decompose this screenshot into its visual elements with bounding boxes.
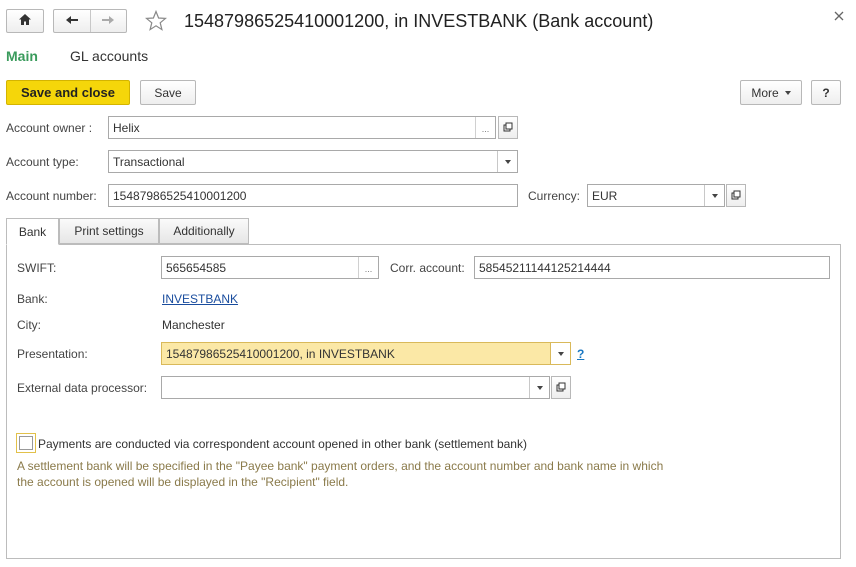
city-label: City:	[17, 318, 41, 332]
home-icon	[18, 13, 32, 29]
history-nav	[53, 9, 127, 33]
nav-tab-main[interactable]: Main	[6, 48, 38, 64]
settlement-note-line1: A settlement bank will be specified in t…	[17, 459, 664, 473]
city-value: Manchester	[162, 318, 225, 332]
favorite-star-button[interactable]	[144, 9, 168, 35]
tab-print-settings[interactable]: Print settings	[59, 218, 159, 244]
settlement-bank-checkbox[interactable]	[16, 433, 36, 453]
open-owner-button[interactable]	[498, 116, 518, 139]
settlement-bank-label[interactable]: Payments are conducted via correspondent…	[38, 437, 527, 451]
account-type-select[interactable]: Transactional	[108, 150, 518, 173]
tab-additionally[interactable]: Additionally	[159, 218, 249, 244]
account-owner-value: Helix	[113, 120, 140, 135]
account-number-field[interactable]: 15487986525410001200	[108, 184, 518, 207]
arrow-left-icon	[65, 14, 79, 28]
dropdown-icon[interactable]	[529, 377, 549, 398]
nav-tab-gl-accounts[interactable]: GL accounts	[70, 48, 148, 64]
presentation-label: Presentation:	[17, 347, 88, 361]
presentation-value: 15487986525410001200, in INVESTBANK	[166, 346, 395, 361]
more-button[interactable]: More	[740, 80, 802, 105]
star-icon	[144, 9, 168, 35]
presentation-help-link[interactable]: ?	[577, 347, 584, 361]
forward-button[interactable]	[91, 10, 127, 32]
account-owner-field[interactable]: Helix ...	[108, 116, 496, 139]
checkbox-inner	[19, 436, 33, 450]
chevron-down-icon	[784, 90, 791, 95]
select-ellipsis-icon[interactable]: ...	[358, 257, 378, 278]
arrow-right-icon	[101, 14, 115, 28]
back-button[interactable]	[54, 10, 91, 32]
open-icon	[556, 381, 566, 395]
swift-field[interactable]: 565654585 ...	[161, 256, 379, 279]
account-type-value: Transactional	[113, 154, 185, 169]
external-processor-select[interactable]	[161, 376, 550, 399]
currency-select[interactable]: EUR	[587, 184, 725, 207]
bank-label: Bank:	[17, 292, 48, 306]
corr-account-value: 58545211144125214444	[479, 260, 611, 275]
open-icon	[503, 121, 513, 135]
swift-label: SWIFT:	[17, 261, 57, 275]
currency-label: Currency:	[528, 189, 581, 203]
bank-tab-panel	[6, 244, 841, 559]
settlement-note-line2: the account is opened will be displayed …	[17, 475, 349, 489]
bank-link[interactable]: INVESTBANK	[162, 292, 238, 306]
open-icon	[731, 189, 741, 203]
save-button[interactable]: Save	[140, 80, 196, 105]
tab-bank[interactable]: Bank	[6, 218, 59, 245]
open-processor-button[interactable]	[551, 376, 571, 399]
window-title: 15487986525410001200, in INVESTBANK (Ban…	[184, 11, 654, 31]
more-label: More	[751, 85, 779, 100]
help-button[interactable]: ?	[811, 80, 841, 105]
swift-value: 565654585	[166, 260, 227, 275]
corr-account-label: Corr. account:	[390, 261, 465, 275]
save-and-close-button[interactable]: Save and close	[6, 80, 130, 105]
dropdown-icon[interactable]	[550, 343, 570, 364]
account-type-label: Account type:	[6, 155, 79, 169]
corr-account-field[interactable]: 58545211144125214444	[474, 256, 830, 279]
close-button[interactable]	[834, 10, 848, 24]
close-icon	[834, 10, 844, 24]
select-ellipsis-icon[interactable]: ...	[475, 117, 495, 138]
external-processor-label: External data processor:	[17, 381, 148, 395]
open-currency-button[interactable]	[726, 184, 746, 207]
account-number-value: 15487986525410001200	[113, 188, 247, 203]
home-button[interactable]	[6, 9, 44, 33]
currency-value: EUR	[592, 188, 618, 203]
account-number-label: Account number:	[6, 189, 97, 203]
dropdown-icon[interactable]	[497, 151, 517, 172]
presentation-select[interactable]: 15487986525410001200, in INVESTBANK	[161, 342, 571, 365]
dropdown-icon[interactable]	[704, 185, 724, 206]
account-owner-label: Account owner :	[6, 121, 93, 135]
